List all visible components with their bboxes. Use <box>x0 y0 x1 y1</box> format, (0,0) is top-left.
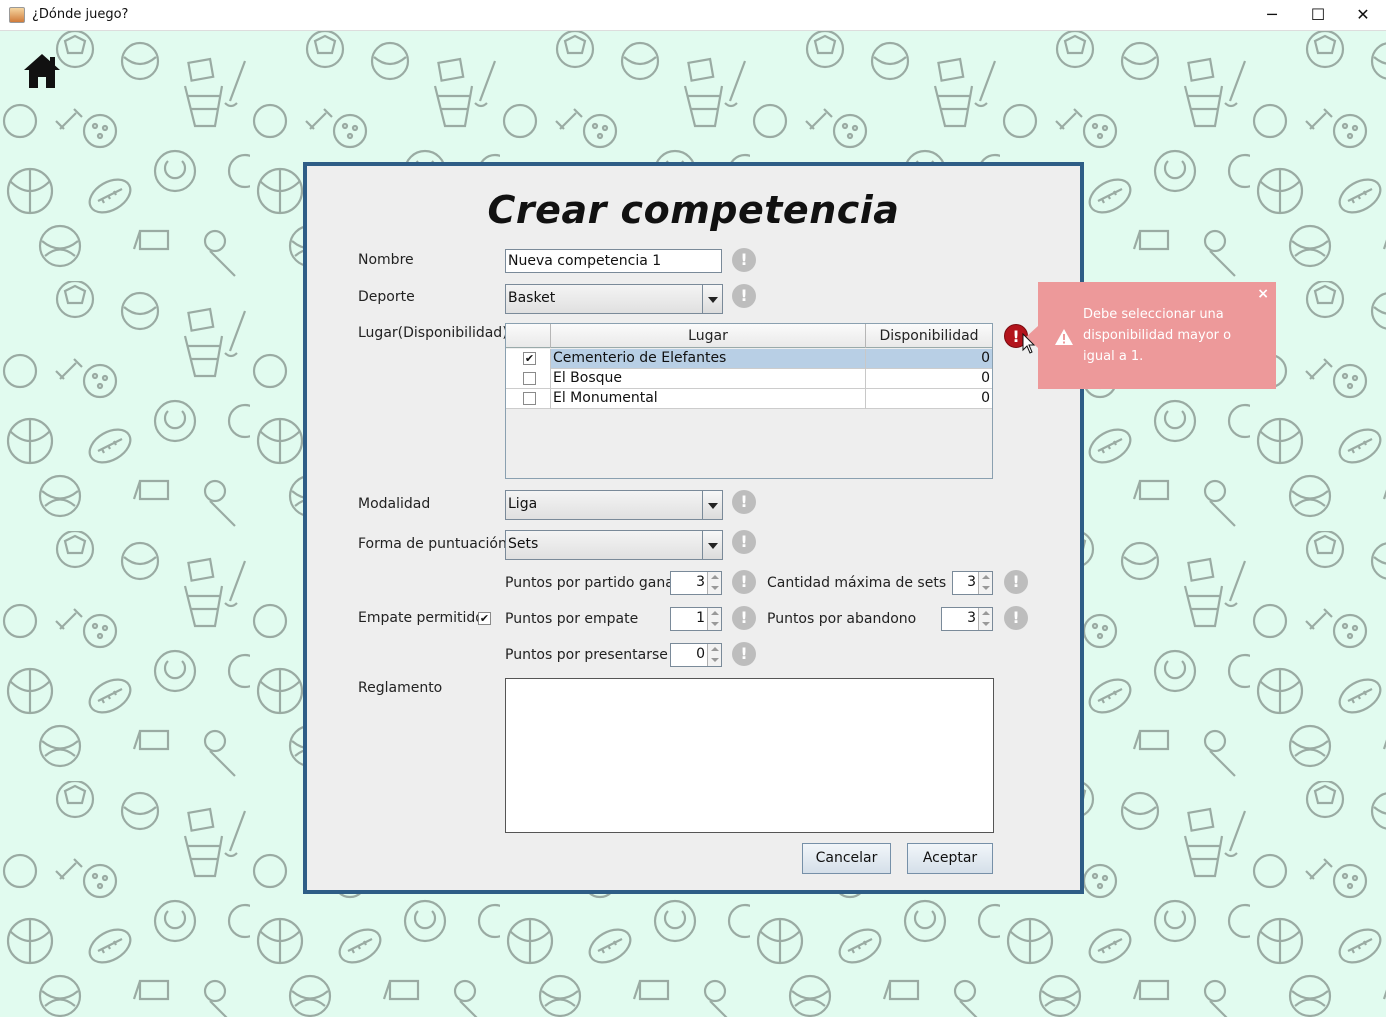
reglamento-label: Reglamento <box>358 680 443 696</box>
puntos-empate-label: Puntos por empate <box>505 611 639 627</box>
panel-title: Crear competencia <box>487 188 900 232</box>
deporte-label: Deporte <box>358 289 415 305</box>
puntos-empate-spinner[interactable]: 1 <box>670 607 722 631</box>
puntuacion-selected: Sets <box>508 536 539 552</box>
deporte-selected: Basket <box>508 290 556 306</box>
modalidad-selected: Liga <box>508 496 538 512</box>
puntos-abandono-label: Puntos por abandono <box>767 611 917 627</box>
empate-label: Empate permitido <box>358 610 484 626</box>
minimize-button[interactable]: ─ <box>1249 0 1295 31</box>
row-check-cell <box>506 369 551 389</box>
puntos-abandono-value: 3 <box>967 610 976 626</box>
puntuacion-combo[interactable]: Sets <box>505 530 723 560</box>
puntos-presentarse-value: 0 <box>696 646 705 662</box>
table-header: Lugar Disponibilidad <box>506 324 992 348</box>
puntuacion-label: Forma de puntuación <box>358 536 507 552</box>
cancel-button[interactable]: Cancelar <box>802 843 891 874</box>
puntos-empate-value: 1 <box>696 610 705 626</box>
error-message: Debe seleccionar una disponibilidad mayo… <box>1083 307 1232 364</box>
spinner-arrows-icon[interactable] <box>978 608 992 630</box>
nombre-input[interactable] <box>505 249 722 273</box>
close-window-button[interactable]: ✕ <box>1340 0 1386 31</box>
deporte-combo[interactable]: Basket <box>505 284 723 314</box>
cantidad-sets-spinner[interactable]: 3 <box>952 571 993 595</box>
warning-icon <box>1055 329 1073 345</box>
modalidad-info-icon[interactable]: ! <box>732 490 756 514</box>
lugar-cell[interactable]: El Monumental <box>551 389 866 409</box>
puntos-presentarse-label: Puntos por presentarse <box>505 647 668 663</box>
puntuacion-info-icon[interactable]: ! <box>732 530 756 554</box>
table-row[interactable]: El Bosque 0 <box>506 369 992 389</box>
puntos-abandono-spinner[interactable]: 3 <box>941 607 993 631</box>
spinner-arrows-icon[interactable] <box>978 572 992 594</box>
lugar-cell[interactable]: El Bosque <box>551 369 866 389</box>
table-row[interactable]: ✔ Cementerio de Elefantes 0 <box>506 349 992 369</box>
nombre-info-icon[interactable]: ! <box>732 248 756 272</box>
java-app-icon <box>9 7 25 23</box>
row-checkbox[interactable]: ✔ <box>523 352 536 365</box>
puntos-ganado-spinner[interactable]: 3 <box>670 571 722 595</box>
disponibilidad-cell[interactable]: 0 <box>866 369 992 389</box>
puntos-presentarse-info-icon[interactable]: ! <box>732 642 756 666</box>
chevron-down-icon[interactable] <box>702 531 722 559</box>
modalidad-label: Modalidad <box>358 496 431 512</box>
column-header-lugar[interactable]: Lugar <box>551 324 866 348</box>
row-checkbox[interactable] <box>523 392 536 405</box>
close-icon[interactable]: × <box>1257 286 1269 302</box>
deporte-info-icon[interactable]: ! <box>732 284 756 308</box>
puntos-ganado-value: 3 <box>696 574 705 590</box>
disponibilidad-cell[interactable]: 0 <box>866 349 992 369</box>
cantidad-sets-label: Cantidad máxima de sets <box>767 575 947 591</box>
cantidad-sets-info-icon[interactable]: ! <box>1004 570 1028 594</box>
lugar-table: Lugar Disponibilidad ✔ Cementerio de Ele… <box>505 323 993 479</box>
cantidad-sets-value: 3 <box>967 574 976 590</box>
row-checkbox[interactable] <box>523 372 536 385</box>
puntos-ganado-label: Puntos por partido ganado <box>505 575 692 591</box>
empate-checkbox[interactable]: ✔ <box>478 612 491 625</box>
modalidad-combo[interactable]: Liga <box>505 490 723 520</box>
spinner-arrows-icon[interactable] <box>707 572 721 594</box>
spinner-arrows-icon[interactable] <box>707 644 721 666</box>
puntos-presentarse-spinner[interactable]: 0 <box>670 643 722 667</box>
row-check-cell: ✔ <box>506 349 551 369</box>
disponibilidad-cell[interactable]: 0 <box>866 389 992 409</box>
home-button[interactable] <box>22 52 62 90</box>
chevron-down-icon[interactable] <box>702 491 722 519</box>
lugar-label: Lugar(Disponibilidad) <box>358 325 508 341</box>
chevron-down-icon[interactable] <box>702 285 722 313</box>
spinner-arrows-icon[interactable] <box>707 608 721 630</box>
home-icon <box>24 54 60 88</box>
error-toast: × Debe seleccionar una disponibilidad ma… <box>1026 282 1276 389</box>
table-row[interactable]: El Monumental 0 <box>506 389 992 409</box>
column-header-check[interactable] <box>506 324 551 348</box>
accept-button[interactable]: Aceptar <box>907 843 993 874</box>
maximize-button[interactable]: ☐ <box>1295 0 1341 31</box>
window-titlebar: ¿Dónde juego? ─ ☐ ✕ <box>0 0 1386 31</box>
puntos-ganado-info-icon[interactable]: ! <box>732 570 756 594</box>
puntos-abandono-info-icon[interactable]: ! <box>1004 606 1028 630</box>
lugar-cell[interactable]: Cementerio de Elefantes <box>551 349 866 369</box>
reglamento-textarea[interactable] <box>505 678 994 833</box>
row-check-cell <box>506 389 551 409</box>
puntos-empate-info-icon[interactable]: ! <box>732 606 756 630</box>
column-header-disponibilidad[interactable]: Disponibilidad <box>866 324 992 348</box>
mouse-cursor-icon <box>1022 333 1036 354</box>
nombre-label: Nombre <box>358 252 414 268</box>
window-title: ¿Dónde juego? <box>32 7 129 22</box>
